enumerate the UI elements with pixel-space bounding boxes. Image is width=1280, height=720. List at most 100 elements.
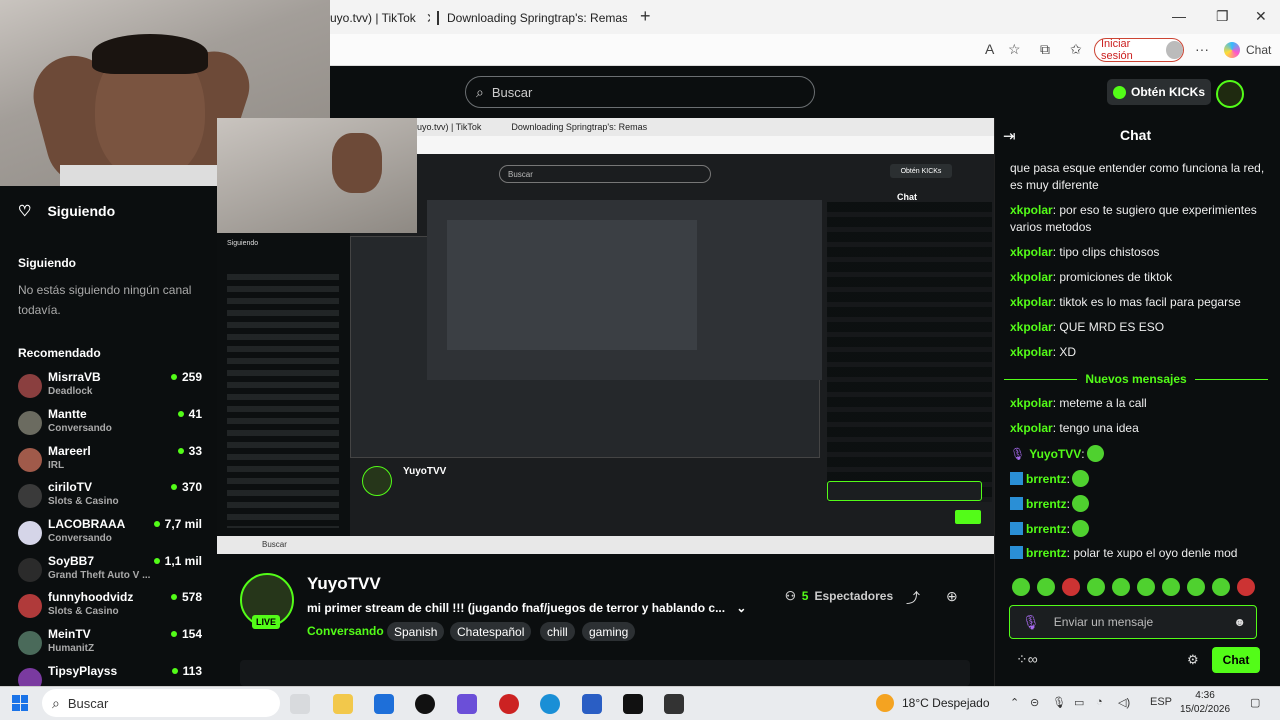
taskbar-search-input[interactable]: ⌕ Buscar [42, 689, 280, 717]
emote-icon[interactable] [1062, 578, 1080, 596]
chat-username[interactable]: brrentz [1026, 497, 1067, 511]
close-icon[interactable]: ✕ [426, 10, 430, 27]
obs-icon[interactable] [499, 694, 519, 714]
emote-icon[interactable] [1162, 578, 1180, 596]
read-aloud-icon[interactable]: A [985, 41, 994, 57]
favorites-icon[interactable]: ✩ [1070, 41, 1082, 58]
chevron-down-icon[interactable]: ⌄ [736, 601, 746, 615]
channel-name: LACOBRAAA [48, 517, 126, 531]
epic-games-icon[interactable] [623, 694, 643, 714]
new-tab-button[interactable]: + [640, 6, 651, 27]
emote-icon[interactable] [1237, 578, 1255, 596]
sidebar-channel[interactable]: Mareerl IRL 33 [18, 444, 208, 478]
tag-chip[interactable]: chill [540, 622, 575, 641]
tag-chip[interactable]: Chatespañol [450, 622, 532, 641]
search-input[interactable]: ⌕ Buscar [465, 76, 815, 108]
video-player[interactable]: uyo.tvv) | TikTok Downloading Springtrap… [217, 118, 994, 554]
tray-link-icon[interactable]: ⊝ [1030, 696, 1039, 709]
sidebar-following-header[interactable]: ♡ Siguiendo [18, 202, 115, 220]
notification-icon[interactable]: ▢ [1250, 696, 1260, 709]
tray-mic-icon[interactable]: 🎙 [1052, 696, 1066, 709]
webcam-hair [92, 34, 208, 74]
emote-icon[interactable] [1012, 578, 1030, 596]
emote-icon[interactable] [1187, 578, 1205, 596]
maximize-icon[interactable]: ❐ [1216, 8, 1229, 25]
tray-chevron-icon[interactable]: ⌃ [1010, 696, 1019, 709]
store-icon[interactable] [374, 694, 394, 714]
emote-icon[interactable] [1112, 578, 1130, 596]
tag-chip[interactable]: Spanish [387, 622, 445, 641]
emote-icon[interactable] [1037, 578, 1055, 596]
app-icon[interactable] [664, 694, 684, 714]
sidebar-channel[interactable]: LACOBRAAA Conversando 7,7 mil [18, 517, 208, 551]
emote-icon[interactable] [1087, 578, 1105, 596]
chat-message-text: : tipo clips chistosos [1052, 245, 1160, 259]
sidebar-channel[interactable]: Mantte Conversando 41 [18, 407, 208, 441]
viewer-count-value: 370 [181, 480, 202, 494]
copilot-button[interactable]: Chat [1224, 42, 1271, 58]
follow-user-icon[interactable]: ⊕ [946, 588, 958, 605]
chat-username[interactable]: xkpolar [1010, 345, 1053, 359]
login-button[interactable]: Iniciar sesión [1094, 38, 1184, 62]
chat-username[interactable]: brrentz [1026, 522, 1067, 536]
emoji-icon[interactable]: ☻ [1233, 615, 1246, 629]
emote-icon[interactable] [1137, 578, 1155, 596]
tab-tiktok[interactable]: uyo.tvv) | TikTok ✕ [330, 6, 430, 30]
share-icon[interactable]: ⤴ [906, 588, 920, 608]
weather-widget[interactable]: 18°C Despejado [876, 694, 990, 712]
viewer-count: 1,1 mil [153, 554, 202, 568]
security-icon[interactable] [582, 694, 602, 714]
chat-username[interactable]: xkpolar [1010, 320, 1053, 334]
edge-icon[interactable] [540, 694, 560, 714]
weather-text: 18°C Despejado [902, 696, 990, 710]
close-window-icon[interactable]: ✕ [1255, 8, 1267, 25]
collapse-chat-icon[interactable]: ⇥ [1003, 127, 1016, 145]
gear-icon[interactable]: ⚙ [1187, 652, 1199, 668]
streamer-name[interactable]: YuyoTVV [307, 574, 381, 594]
chat-message-text: : tengo una idea [1052, 421, 1139, 435]
new-messages-divider: Nuevos mensajes [1004, 371, 1269, 387]
chat-username[interactable]: xkpolar [1010, 295, 1053, 309]
emote-icon [1072, 520, 1090, 537]
chat-username[interactable]: brrentz [1026, 546, 1067, 560]
user-avatar[interactable] [1216, 80, 1244, 108]
chat-username[interactable]: brrentz [1026, 472, 1067, 486]
favorite-star-icon[interactable]: ☆ [1008, 41, 1021, 58]
get-kicks-button[interactable]: Obtén KICKs [1107, 79, 1211, 105]
tray-volume-icon[interactable]: ◁) [1118, 696, 1130, 709]
sidebar-channel[interactable]: MeinTV HumanitZ 154 [18, 627, 208, 661]
chat-input[interactable]: 🎙 Enviar un mensaje ☻ [1009, 605, 1257, 639]
sidebar-channel[interactable]: TipsyPlayss 113 [18, 664, 208, 686]
tray-wifi-icon[interactable]: ◔ [1096, 696, 1103, 708]
avatar [18, 631, 42, 655]
more-menu-icon[interactable]: ··· [1195, 41, 1209, 57]
chat-message-text: : [1066, 472, 1071, 486]
sidebar-channel[interactable]: MisrraVB Deadlock 259 [18, 370, 208, 404]
sidebar-channel[interactable]: SoyBB7 Grand Theft Auto V ... 1,1 mil [18, 554, 208, 588]
chat-send-button[interactable]: Chat [1212, 647, 1260, 673]
discord-icon[interactable] [457, 694, 477, 714]
channel-name: TipsyPlayss [48, 664, 118, 678]
sidebar-channel[interactable]: ciriloTV Slots & Casino 370 [18, 480, 208, 514]
chat-username[interactable]: xkpolar [1010, 245, 1053, 259]
task-view-icon[interactable] [290, 694, 310, 714]
minimize-icon[interactable]: — [1172, 8, 1186, 24]
chat-username[interactable]: YuyoTVV [1029, 447, 1081, 461]
kicks-infinity-icon[interactable]: ⁘∞ [1016, 651, 1038, 668]
chat-username[interactable]: xkpolar [1010, 396, 1053, 410]
chat-username[interactable]: xkpolar [1010, 203, 1053, 217]
taskbar-clock[interactable]: 4:36 15/02/2026 [1180, 689, 1230, 717]
chat-username[interactable]: xkpolar [1010, 421, 1053, 435]
chat-username[interactable]: xkpolar [1010, 270, 1053, 284]
file-explorer-icon[interactable] [333, 694, 353, 714]
stream-category[interactable]: Conversando [307, 624, 384, 638]
extensions-icon[interactable]: ⧉ [1040, 41, 1050, 58]
sidebar-channel[interactable]: funnyhoodvidz Slots & Casino 578 [18, 590, 208, 624]
tag-chip[interactable]: gaming [582, 622, 636, 641]
tray-battery-icon[interactable]: ▭ [1074, 696, 1084, 709]
emote-icon[interactable] [1212, 578, 1230, 596]
tiktok-icon[interactable] [415, 694, 435, 714]
windows-start-icon[interactable] [12, 695, 28, 711]
language-indicator[interactable]: ESP [1150, 696, 1172, 708]
tab-springtrap[interactable]: Downloading Springtrap's: Remast ✕ [437, 6, 627, 30]
